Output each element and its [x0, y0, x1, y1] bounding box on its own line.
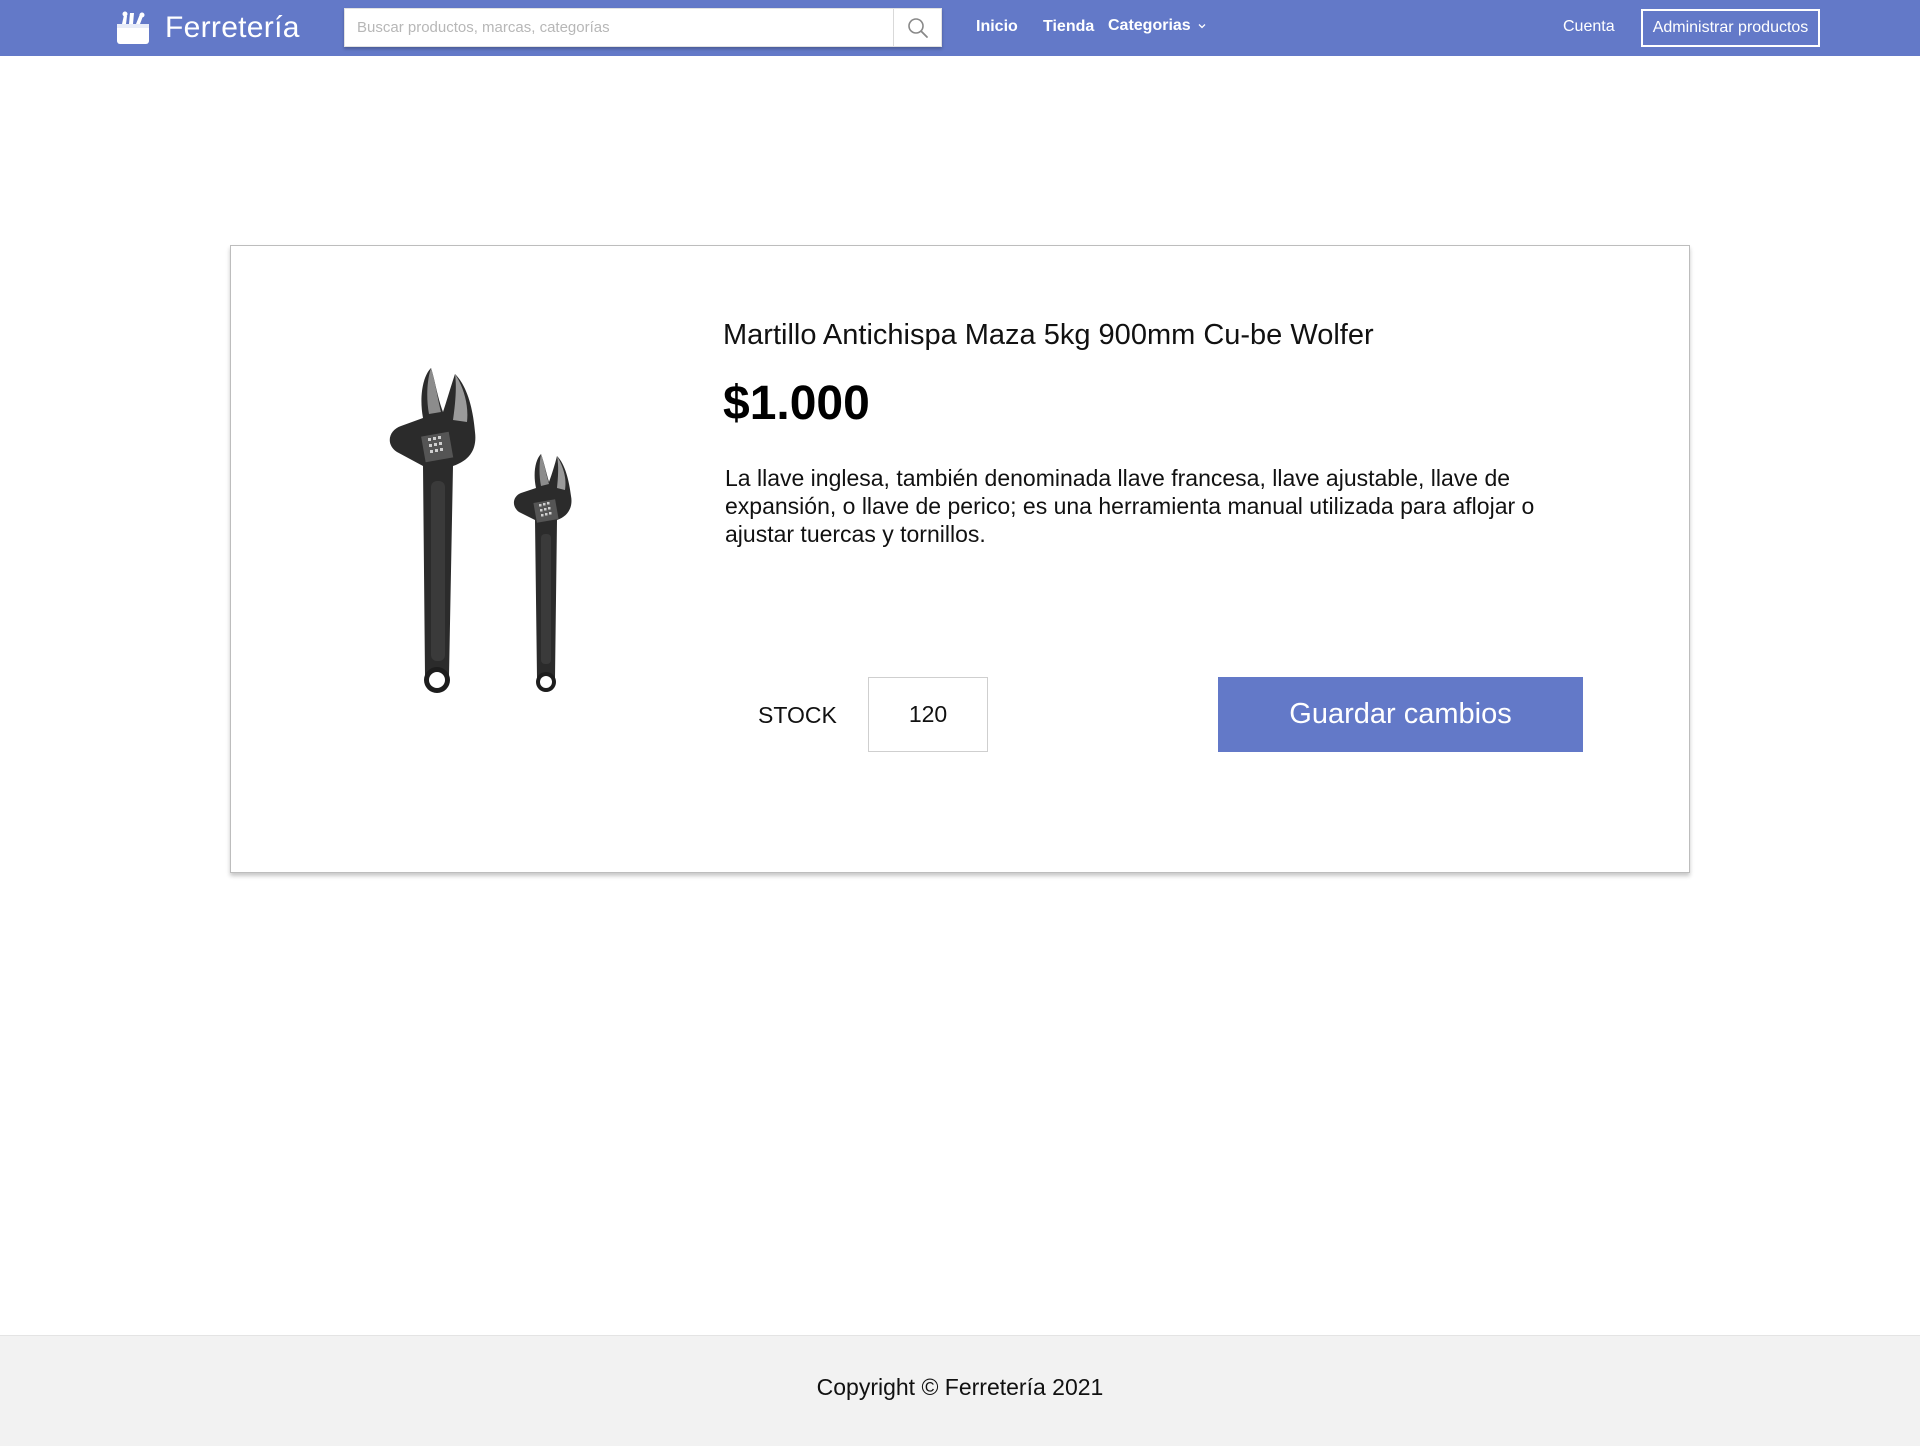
- save-changes-button[interactable]: Guardar cambios: [1218, 677, 1583, 752]
- product-description: La llave inglesa, también denominada lla…: [725, 465, 1535, 547]
- nav-cuenta[interactable]: Cuenta: [1563, 18, 1615, 36]
- product-title: Martillo Antichispa Maza 5kg 900mm Cu-be…: [723, 319, 1374, 351]
- brand[interactable]: Ferretería: [115, 8, 300, 48]
- stock-label: STOCK: [758, 702, 837, 728]
- nav-inicio[interactable]: Inicio: [976, 18, 1018, 36]
- search-input[interactable]: [345, 9, 893, 46]
- footer: Copyright © Ferretería 2021: [0, 1335, 1920, 1446]
- chevron-down-icon: [1198, 24, 1206, 29]
- nav-categorias-label: Categorias: [1108, 17, 1191, 34]
- stock-input[interactable]: [868, 677, 988, 752]
- nav-tienda[interactable]: Tienda: [1043, 18, 1094, 36]
- nav-categorias[interactable]: Categorias: [1108, 17, 1207, 35]
- navbar: Ferretería Inicio Tienda Categorias Cuen…: [0, 0, 1920, 56]
- copyright-text: Copyright © Ferretería 2021: [816, 1374, 1104, 1400]
- admin-products-button[interactable]: Administrar productos: [1641, 9, 1820, 47]
- product-price: $1.000: [723, 377, 870, 430]
- search-bar: [344, 8, 942, 47]
- search-button[interactable]: [893, 9, 941, 46]
- toolbox-icon: [117, 11, 149, 44]
- adjustable-wrenches-image: [389, 368, 572, 693]
- search-icon: [907, 17, 928, 38]
- brand-name: Ferretería: [165, 11, 300, 44]
- product-card: Martillo Antichispa Maza 5kg 900mm Cu-be…: [230, 245, 1690, 873]
